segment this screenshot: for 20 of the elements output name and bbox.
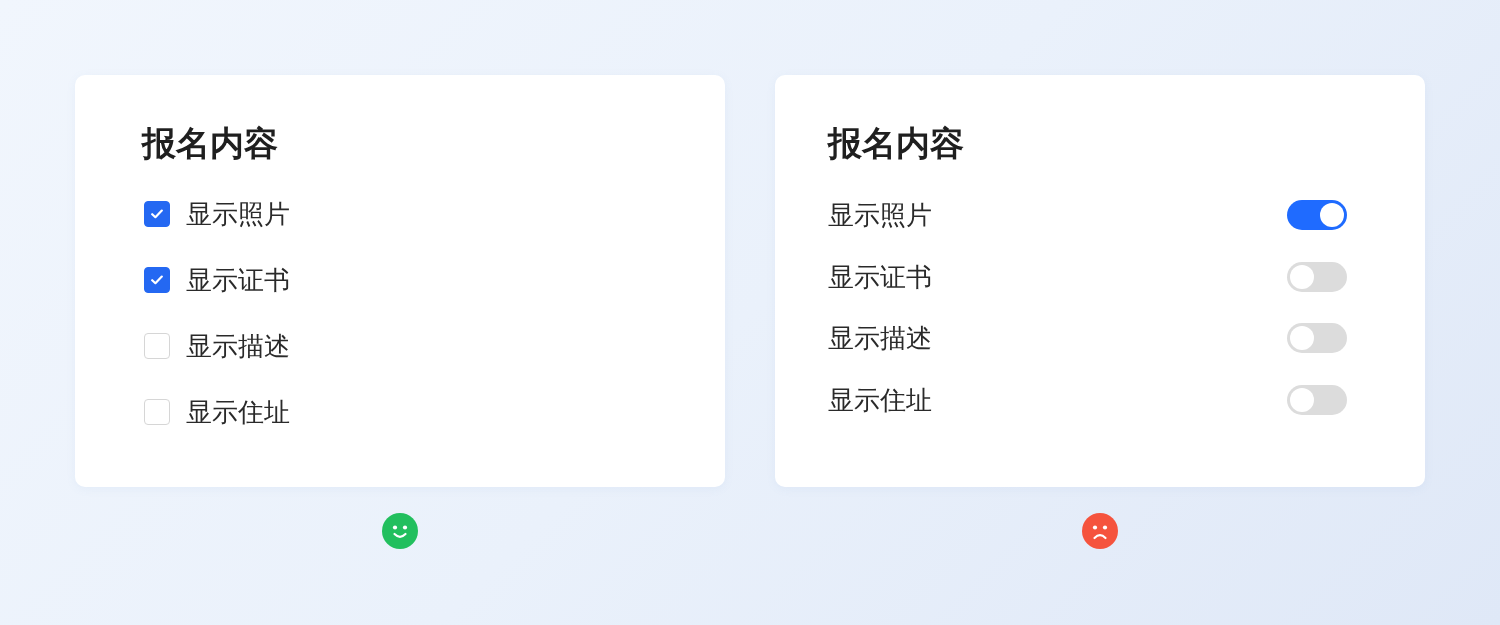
toggle-switch[interactable] <box>1287 261 1347 292</box>
option-label: 显示住址 <box>186 396 290 429</box>
checkmark-icon <box>151 209 163 219</box>
checkbox[interactable] <box>144 267 170 293</box>
toggle-switch[interactable] <box>1287 384 1347 415</box>
option-label: 显示证书 <box>828 260 932 294</box>
checkbox[interactable] <box>144 201 170 227</box>
card-title: 报名内容 <box>142 123 278 164</box>
smiley-face-icon <box>382 513 418 549</box>
option-label: 显示照片 <box>828 199 932 232</box>
toggle-switch[interactable] <box>1287 200 1347 230</box>
checkmark-icon <box>151 275 163 285</box>
toggle-switch[interactable] <box>1287 323 1347 353</box>
card-title: 报名内容 <box>828 123 964 164</box>
option-label: 显示证书 <box>186 264 290 297</box>
sad-face-icon <box>1082 513 1118 549</box>
option-label: 显示描述 <box>828 322 932 355</box>
option-label: 显示描述 <box>186 330 290 363</box>
option-label: 显示照片 <box>186 198 290 231</box>
option-label: 显示住址 <box>828 383 932 417</box>
